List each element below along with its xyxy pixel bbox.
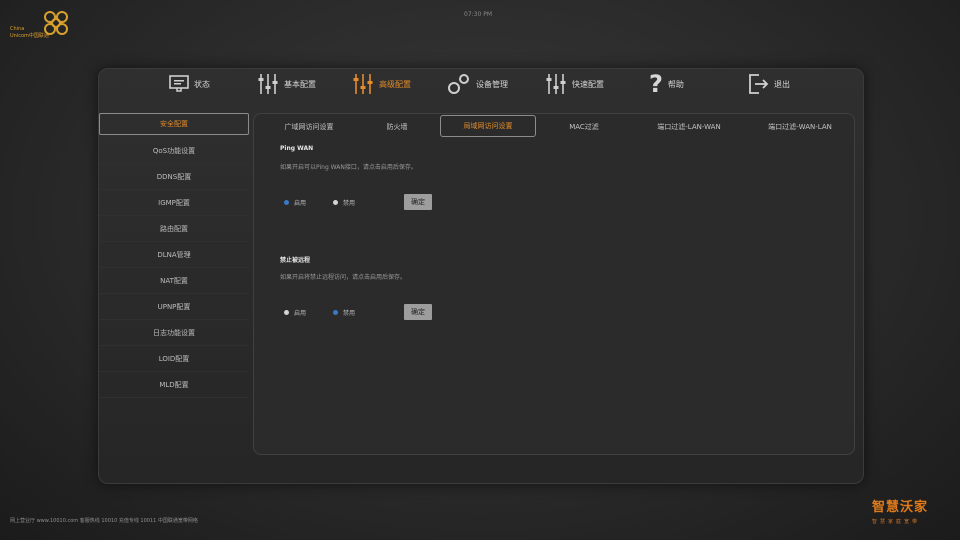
tab-mac-filter[interactable]: MAC过滤	[544, 117, 624, 137]
main-panel: 状态 基本配置 高级配置 设备管理 快速配置 ? 帮助 退出 安全配置 QoS功	[98, 68, 864, 484]
sidebar-item-log[interactable]: 日志功能设置	[99, 321, 249, 346]
nav-item-label: 快速配置	[572, 79, 604, 89]
section-description: 如果开启将禁止远程访问，请点击启用后保存。	[280, 274, 407, 281]
radio-dot	[284, 200, 289, 205]
nav-item-label: 帮助	[667, 79, 684, 89]
nav-item-logout[interactable]: 退出	[747, 72, 790, 96]
radio-dot	[333, 310, 338, 315]
tab-port-filter-wan-lan[interactable]: 端口过滤-WAN-LAN	[748, 117, 852, 137]
radio-label: 禁用	[343, 310, 356, 317]
gears-icon	[448, 74, 469, 94]
radio-dot	[284, 310, 289, 315]
top-text: 07:30 PM	[464, 11, 492, 18]
sidebar-item-mld[interactable]: MLD配置	[99, 373, 249, 398]
radio-label: 启用	[294, 310, 307, 317]
sidebar-item-ddns[interactable]: DDNS配置	[99, 165, 249, 190]
sidebar-item-dlna[interactable]: DLNA管理	[99, 243, 249, 268]
nav-item-device-management[interactable]: 设备管理	[447, 72, 508, 96]
monitor-icon	[169, 75, 189, 92]
nav-item-label: 设备管理	[476, 79, 508, 89]
sliders-icon	[353, 74, 373, 94]
sidebar-item-nat[interactable]: NAT配置	[99, 269, 249, 294]
section-title: 禁止被远程	[280, 257, 311, 264]
confirm-button[interactable]: 确定	[404, 194, 432, 210]
logo-text-line2: Unicom中国联通	[10, 33, 49, 39]
radio-label: 禁用	[343, 200, 356, 207]
exit-icon	[749, 74, 769, 94]
sidebar-item-security-config[interactable]: 安全配置	[99, 113, 249, 135]
radio-dot	[333, 200, 338, 205]
tab-lan-access[interactable]: 局域网访问设置	[440, 115, 536, 137]
content-area: 广域网访问设置 防火墙 局域网访问设置 MAC过滤 端口过滤-LAN-WAN 端…	[253, 113, 855, 455]
radio-disable[interactable]: 禁用	[333, 308, 355, 317]
sidebar-item-loid[interactable]: LOID配置	[99, 347, 249, 372]
sidebar: 安全配置 QoS功能设置 DDNS配置 IGMP配置 路由配置 DLNA管理 N…	[99, 113, 249, 399]
sidebar-item-upnp[interactable]: UPNP配置	[99, 295, 249, 320]
sliders-icon	[546, 74, 566, 94]
section-title: Ping WAN	[280, 145, 314, 152]
confirm-button[interactable]: 确定	[404, 304, 432, 320]
nav-item-quick-config[interactable]: 快速配置	[545, 72, 604, 96]
nav-item-advanced-config[interactable]: 高级配置	[352, 72, 411, 96]
section-description: 如果开启可以Ping WAN接口，请点击启用后保存。	[280, 164, 417, 171]
sidebar-item-igmp[interactable]: IGMP配置	[99, 191, 249, 216]
top-nav: 状态 基本配置 高级配置 设备管理 快速配置 ? 帮助 退出	[99, 69, 863, 99]
nav-item-label: 退出	[774, 79, 790, 89]
china-unicom-logo: China Unicom中国联通	[8, 8, 74, 44]
logo-text-line1: China	[10, 26, 25, 32]
tab-firewall[interactable]: 防火墙	[362, 117, 432, 137]
nav-item-help[interactable]: ? 帮助	[649, 72, 684, 96]
nav-item-label: 基本配置	[284, 79, 316, 89]
radio-enable[interactable]: 启用	[284, 308, 306, 317]
brand-subtitle: 智慧家庭宽带	[872, 519, 921, 525]
nav-item-label: 高级配置	[379, 79, 411, 89]
sidebar-item-qos[interactable]: QoS功能设置	[99, 139, 249, 164]
brand-logo: 智慧沃家 智慧家庭宽带	[872, 500, 938, 534]
nav-item-status[interactable]: 状态	[169, 72, 210, 96]
nav-item-basic-config[interactable]: 基本配置	[257, 72, 316, 96]
sidebar-item-route[interactable]: 路由配置	[99, 217, 249, 242]
footer-text: 网上营业厅 www.10010.com 客服热线 10010 充值专线 1001…	[10, 518, 198, 524]
sliders-icon	[258, 74, 278, 94]
radio-disable[interactable]: 禁用	[333, 198, 355, 207]
radio-enable[interactable]: 启用	[284, 198, 306, 207]
radio-label: 启用	[294, 200, 307, 207]
question-icon: ?	[649, 70, 663, 98]
tab-port-filter-lan-wan[interactable]: 端口过滤-LAN-WAN	[634, 117, 744, 137]
tab-bar: 广域网访问设置 防火墙 局域网访问设置 MAC过滤 端口过滤-LAN-WAN 端…	[254, 114, 854, 138]
tab-wan-access[interactable]: 广域网访问设置	[264, 117, 354, 137]
brand-title: 智慧沃家	[872, 500, 929, 515]
nav-item-label: 状态	[194, 79, 210, 89]
